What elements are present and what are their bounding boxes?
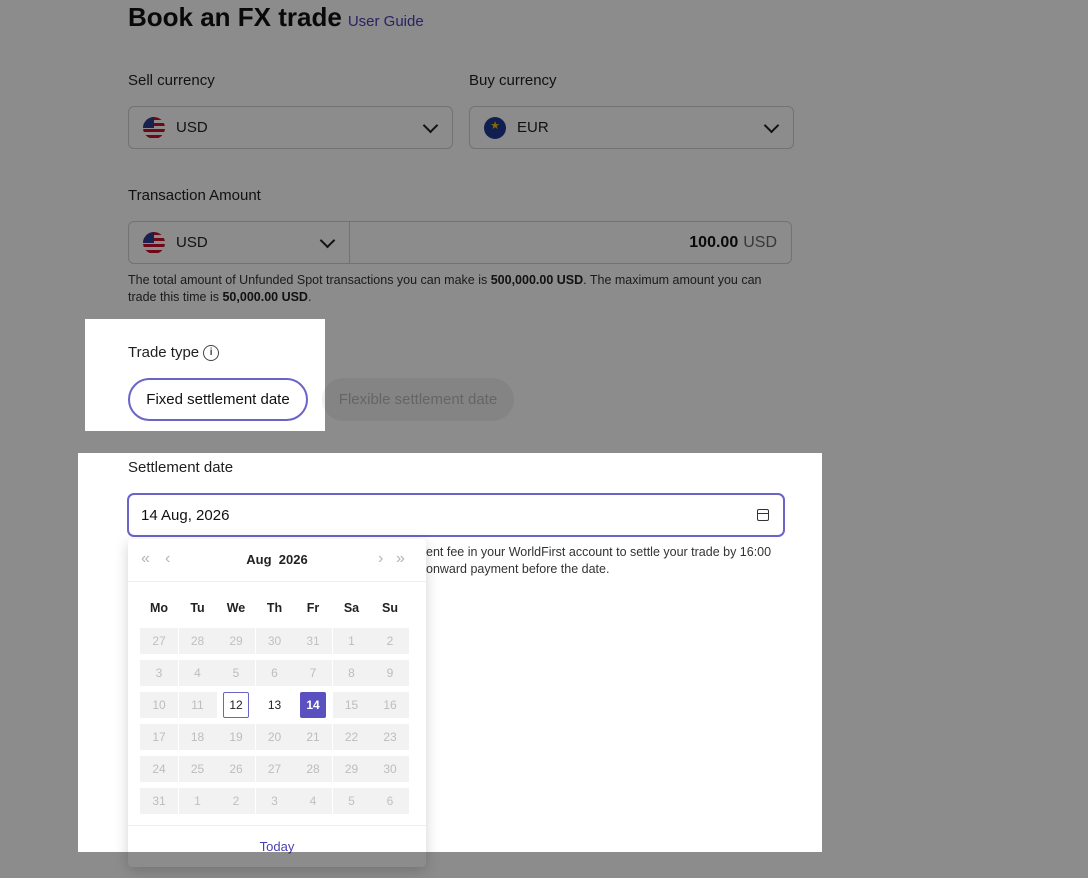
- calendar-day: 3: [255, 788, 294, 814]
- calendar-day: 27: [255, 756, 294, 782]
- info-icon[interactable]: i: [203, 345, 220, 362]
- trade-type-label: Trade type i: [128, 344, 220, 362]
- weekday-header: Th: [266, 601, 283, 615]
- settlement-date-label: Settlement date: [128, 459, 234, 476]
- overlay-mask: [0, 0, 1088, 319]
- settlement-help-line: ent fee in your WorldFirst account to se…: [426, 545, 772, 559]
- trade-type-label-text: Trade type: [128, 344, 200, 361]
- calendar-day: 6: [371, 788, 409, 814]
- calendar-day: 29: [332, 756, 371, 782]
- calendar-day: 23: [371, 724, 409, 750]
- calendar-day: 16: [371, 692, 409, 718]
- weekday-header: Tu: [190, 601, 205, 615]
- calendar-icon[interactable]: [757, 509, 769, 521]
- calendar-day: 26: [217, 756, 255, 782]
- calendar-day: 7: [294, 660, 332, 686]
- year-label[interactable]: 2026: [279, 552, 308, 567]
- calendar-day: 10: [140, 692, 178, 718]
- weekday-header: Su: [382, 601, 398, 615]
- calendar-day: 11: [178, 692, 217, 718]
- fixed-settlement-date-option[interactable]: Fixed settlement date: [128, 378, 308, 421]
- overlay-mask: [0, 453, 78, 852]
- date-picker-header: « ‹ Aug 2026 › »: [128, 539, 426, 582]
- calendar-day[interactable]: 12: [223, 692, 249, 718]
- calendar-day: 5: [217, 660, 255, 686]
- calendar-day: 30: [371, 756, 409, 782]
- calendar-day: 25: [178, 756, 217, 782]
- settlement-help-text: ent fee in your WorldFirst account to se…: [426, 544, 796, 578]
- calendar-day: 3: [140, 660, 178, 686]
- overlay-mask: [325, 319, 1088, 431]
- calendar-day: 2: [217, 788, 255, 814]
- calendar-day: 20: [255, 724, 294, 750]
- calendar-day: 1: [178, 788, 217, 814]
- calendar-day: 5: [332, 788, 371, 814]
- calendar-day: 28: [178, 628, 217, 654]
- calendar-day: 4: [178, 660, 217, 686]
- calendar-day: 17: [140, 724, 178, 750]
- calendar-day: 6: [255, 660, 294, 686]
- overlay-mask: [0, 852, 1088, 878]
- calendar-day: 31: [140, 788, 178, 814]
- calendar-day: 24: [140, 756, 178, 782]
- overlay-mask: [0, 319, 85, 431]
- calendar-day: 15: [332, 692, 371, 718]
- calendar-day: 27: [140, 628, 178, 654]
- calendar-day: 1: [332, 628, 371, 654]
- calendar-day: 30: [255, 628, 294, 654]
- calendar-day: 22: [332, 724, 371, 750]
- calendar-day: 18: [178, 724, 217, 750]
- weekday-header: We: [226, 601, 246, 615]
- date-picker-dropdown: « ‹ Aug 2026 › » Mo Tu We Th Fr Sa Su 27 28 29 30 3…: [128, 539, 426, 867]
- month-label[interactable]: Aug: [246, 552, 271, 567]
- calendar-day: 4: [294, 788, 332, 814]
- date-picker-footer: [128, 825, 426, 826]
- settlement-date-value: 14 Aug, 2026: [141, 506, 230, 524]
- calendar-day: 21: [294, 724, 332, 750]
- calendar-day[interactable]: 14: [300, 692, 326, 718]
- weekday-header: Sa: [343, 601, 360, 615]
- weekday-header: Fr: [306, 601, 320, 615]
- page: Book an FX trade User Guide Sell currency…: [0, 0, 1088, 878]
- overlay-mask: [0, 431, 1088, 453]
- calendar-day: 8: [332, 660, 371, 686]
- settlement-help-line: onward payment before the date.: [426, 562, 610, 576]
- calendar-day: 28: [294, 756, 332, 782]
- calendar-day: 31: [294, 628, 332, 654]
- next-year-icon[interactable]: »: [396, 551, 405, 567]
- settlement-date-input[interactable]: 14 Aug, 2026: [127, 493, 785, 537]
- weekday-header: Mo: [149, 601, 169, 615]
- next-month-icon[interactable]: ›: [378, 551, 383, 567]
- overlay-mask: [822, 453, 1088, 852]
- calendar-day: 9: [371, 660, 409, 686]
- calendar-day: 29: [217, 628, 255, 654]
- calendar-day: 2: [371, 628, 409, 654]
- calendar-day: 19: [217, 724, 255, 750]
- calendar-day[interactable]: 13: [255, 692, 294, 718]
